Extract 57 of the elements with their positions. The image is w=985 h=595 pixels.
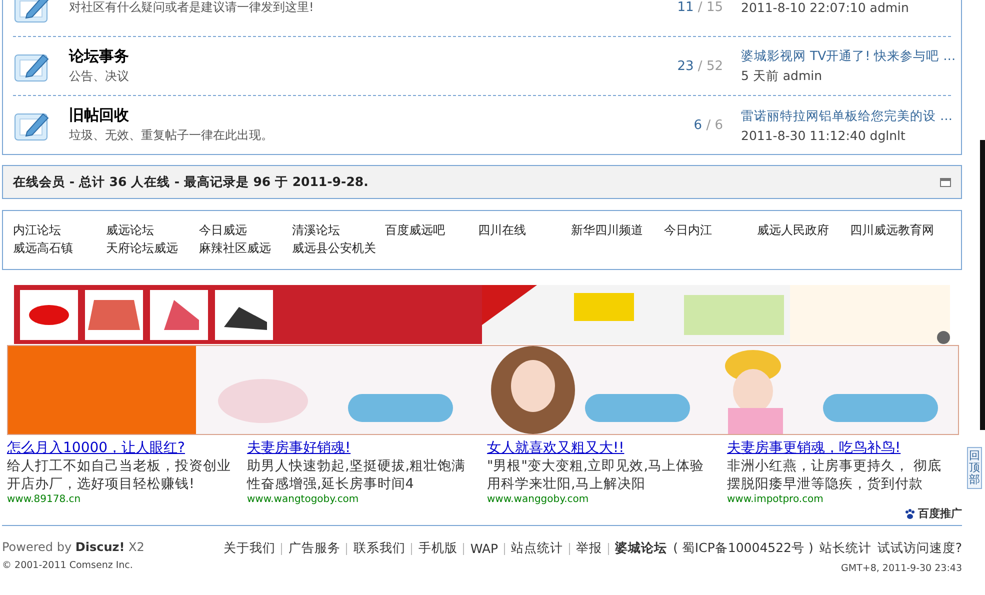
friend-link[interactable]: 天府论坛威远: [106, 240, 199, 257]
forum-description: 垃圾、无效、重复帖子一律在此出现。: [69, 127, 274, 144]
last-post-meta: 2011-8-30 11:12:40 dglnlt: [741, 128, 906, 142]
forum-title[interactable]: 旧帖回收: [69, 106, 623, 125]
friend-link[interactable]: 今日威远: [199, 222, 292, 239]
ad-text: 非洲小红燕，让房事更持久， 彻底摆脱阳痿早泄等隐疾，货到付款: [727, 457, 942, 493]
last-post-meta: 2011-8-10 22:07:10 admin: [741, 0, 910, 14]
powered-by: Powered by Discuz! X2: [2, 540, 144, 554]
friend-link[interactable]: 威远论坛: [106, 222, 199, 239]
icp-link[interactable]: ( 蜀ICP备10004522号 ): [673, 540, 814, 557]
friend-link[interactable]: 麻辣社区威远: [199, 240, 292, 257]
online-summary: 在线会员 - 总计 36 人在线 - 最高记录是 96 于 2011-9-28.: [13, 174, 368, 190]
ad-title-link[interactable]: 女人就喜欢又粗又大!!: [487, 439, 722, 457]
friend-link[interactable]: 内江论坛: [13, 222, 106, 239]
ad-text: 助男人快速勃起,坚挺硬拔,粗壮饱满性奋感增强,延长房事时间4: [247, 457, 467, 493]
stats-link[interactable]: 站长统计: [819, 540, 872, 557]
friend-link[interactable]: 威远县公安机关: [292, 240, 385, 257]
last-post-link[interactable]: 雷诺丽特拉网铝单板给您完美的设 …: [741, 108, 951, 124]
friend-link[interactable]: 四川在线: [478, 222, 571, 239]
friend-link[interactable]: 今日内江: [664, 222, 757, 239]
ad-title-link[interactable]: 怎么月入10000，让人眼红?: [7, 439, 242, 457]
topic-post-count: 11 / 15: [676, 0, 723, 14]
friend-link[interactable]: 四川威远教育网: [850, 222, 943, 239]
ad-text: "男根"变大变粗,立即见效,马上体验用科学来壮阳,马上解决阳: [487, 457, 706, 493]
footer-link[interactable]: 关于我们: [223, 540, 276, 557]
copyright: © 2001-2011 Comsenz Inc.: [2, 560, 134, 571]
ad-url[interactable]: www.wangtogoby.com: [247, 494, 482, 505]
friend-link[interactable]: 清溪论坛: [292, 222, 385, 239]
collapse-icon[interactable]: [940, 178, 951, 186]
friend-link[interactable]: 威远高石镇: [13, 240, 106, 257]
footer-link[interactable]: 联系我们: [353, 540, 406, 557]
footer-link[interactable]: 婆城论坛: [615, 540, 668, 557]
forum-title[interactable]: 论坛事务: [69, 47, 623, 66]
footer-link[interactable]: 手机版: [418, 540, 458, 557]
footer-link[interactable]: 广告服务: [288, 540, 340, 557]
ad-url[interactable]: www.impotpro.com: [727, 494, 962, 505]
topic-post-count: 6 / 6: [692, 118, 723, 132]
speed-link[interactable]: 试试访问速度?: [877, 540, 962, 557]
ad-title-link[interactable]: 夫妻房事好销魂!: [247, 439, 482, 457]
topic-post-count: 23 / 52: [676, 58, 723, 74]
friend-link[interactable]: 百度威远吧: [385, 222, 478, 239]
forum-description: 公告、决议: [69, 68, 130, 85]
friend-link[interactable]: 威远人民政府: [757, 222, 850, 239]
ad-url[interactable]: www.wanggoby.com: [487, 494, 722, 505]
forum-description: 对社区有什么疑问或者是建议请一律发到这里!: [69, 0, 315, 16]
paw-icon: [904, 508, 916, 520]
ad-text: 给人打工不如自己当老板，投资创业开店办厂，选好项目轻松赚钱!: [7, 457, 232, 493]
friend-link[interactable]: 新华四川频道: [571, 222, 664, 239]
ad-title-link[interactable]: 夫妻房事更销魂，吃鸟补鸟!: [727, 439, 962, 457]
footer-link[interactable]: WAP: [470, 541, 498, 556]
footer-link[interactable]: 站点统计: [511, 540, 564, 557]
ad-url[interactable]: www.89178.cn: [7, 494, 242, 505]
footer-link[interactable]: 举报: [576, 540, 602, 557]
server-time: GMT+8, 2011-9-30 23:43: [841, 563, 962, 574]
back-to-top-button[interactable]: 回顶部: [967, 447, 982, 490]
ad-brand[interactable]: 百度推广: [918, 506, 962, 521]
last-post-meta: 5 天前 admin: [741, 68, 824, 84]
